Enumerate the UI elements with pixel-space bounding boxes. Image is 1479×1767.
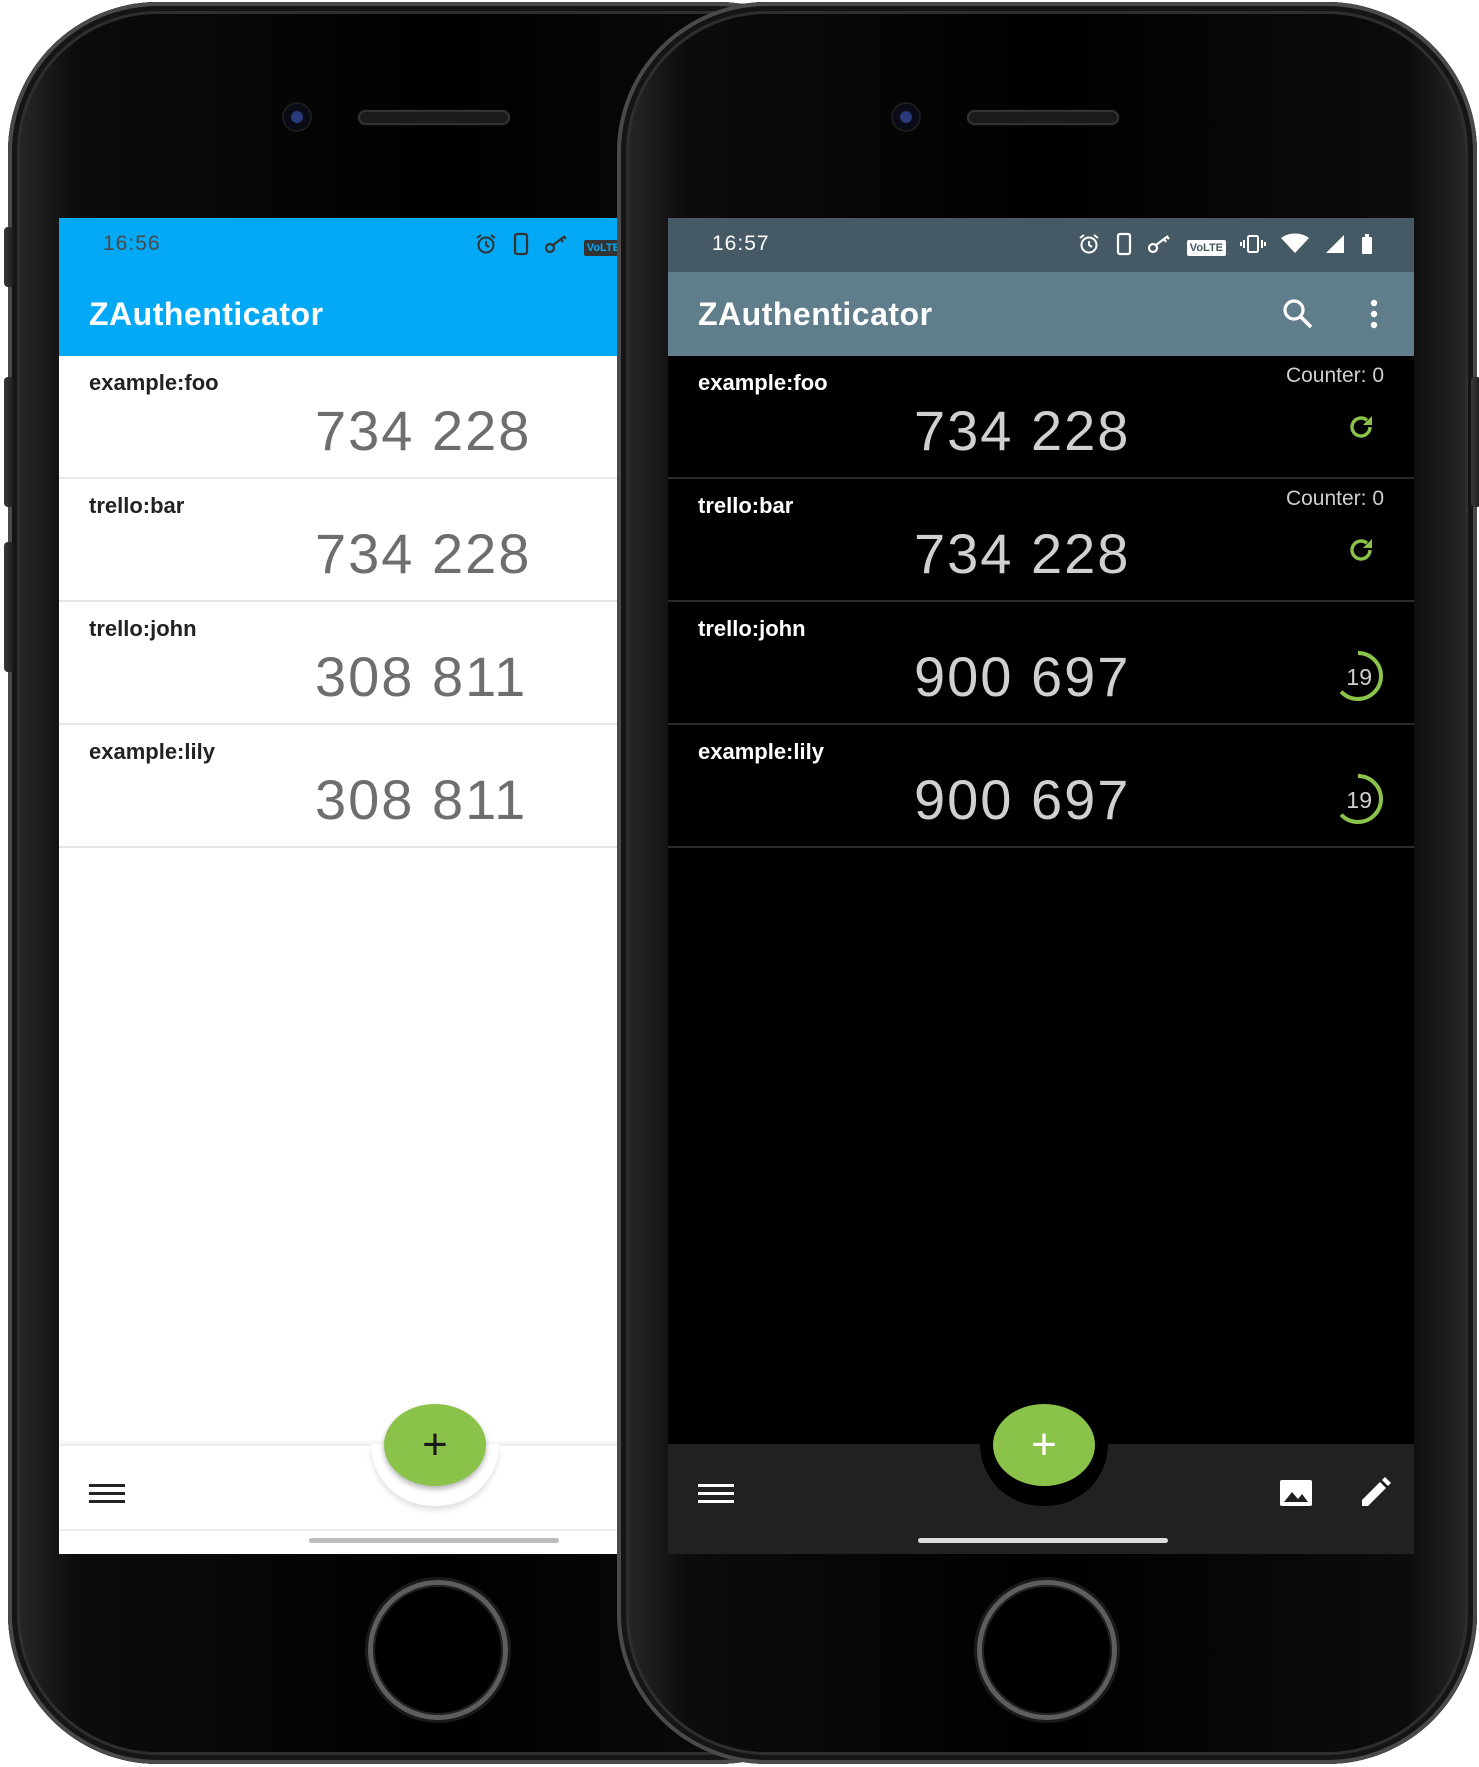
status-bar: 16:56 VoLTE bbox=[59, 218, 619, 272]
phone-icon bbox=[512, 232, 530, 263]
app-title: ZAuthenticator bbox=[698, 296, 933, 332]
countdown-seconds: 19 bbox=[1346, 664, 1372, 690]
account-name: example:foo bbox=[89, 370, 219, 395]
account-row[interactable]: example:foo 734 228 bbox=[59, 356, 619, 479]
account-row[interactable]: example:foo Counter: 0 734 228 bbox=[668, 356, 1414, 479]
menu-icon[interactable] bbox=[698, 1484, 734, 1504]
account-row[interactable]: trello:bar 734 228 bbox=[59, 479, 619, 602]
more-vert-icon[interactable] bbox=[1354, 294, 1394, 334]
front-camera bbox=[893, 104, 919, 130]
account-name: example:foo bbox=[698, 370, 828, 395]
edit-icon[interactable] bbox=[1358, 1476, 1392, 1510]
menu-icon[interactable] bbox=[89, 1484, 125, 1504]
power-button bbox=[1471, 377, 1479, 507]
otp-code[interactable]: 308 811 bbox=[315, 767, 527, 832]
otp-code[interactable]: 734 228 bbox=[914, 398, 1130, 463]
volte-icon: VoLTE bbox=[1186, 239, 1226, 256]
earpiece-speaker bbox=[358, 110, 510, 125]
phone-dark: 16:57 VoLTE ZAuthenticator example:foo C… bbox=[617, 2, 1479, 1764]
add-account-button[interactable]: + bbox=[993, 1404, 1095, 1486]
app-title: ZAuthenticator bbox=[89, 296, 324, 332]
gesture-nav-handle[interactable] bbox=[309, 1538, 559, 1543]
account-name: trello:john bbox=[698, 616, 806, 641]
account-row[interactable]: trello:john 900 697 19 bbox=[668, 602, 1414, 725]
account-row[interactable]: example:lily 308 811 bbox=[59, 725, 619, 848]
earpiece-speaker bbox=[967, 110, 1119, 125]
status-icons: VoLTE bbox=[474, 232, 619, 263]
hotp-counter: Counter: 0 bbox=[1285, 364, 1384, 387]
otp-code[interactable]: 900 697 bbox=[914, 644, 1130, 709]
alarm-icon bbox=[1077, 232, 1101, 263]
key-icon bbox=[1147, 232, 1173, 263]
status-icons: VoLTE bbox=[1077, 232, 1374, 263]
refresh-icon[interactable] bbox=[1346, 412, 1376, 442]
signal-icon bbox=[1324, 232, 1346, 263]
otp-code[interactable]: 900 697 bbox=[914, 767, 1130, 832]
otp-code[interactable]: 734 228 bbox=[914, 521, 1130, 586]
otp-code[interactable]: 734 228 bbox=[315, 521, 531, 586]
phone-icon bbox=[1115, 232, 1133, 263]
alarm-icon bbox=[474, 232, 498, 263]
wifi-icon bbox=[1280, 232, 1310, 263]
home-button[interactable] bbox=[982, 1585, 1112, 1715]
vibrate-icon bbox=[1240, 232, 1266, 263]
volume-up-button bbox=[4, 377, 14, 507]
account-list: example:foo Counter: 0 734 228 trello:ba… bbox=[668, 356, 1414, 848]
status-time: 16:57 bbox=[712, 232, 770, 255]
account-name: trello:john bbox=[89, 616, 197, 641]
app-toolbar: ZAuthenticator bbox=[668, 272, 1414, 356]
mute-switch bbox=[4, 227, 14, 287]
bottom-app-bar bbox=[59, 1444, 619, 1531]
screen-dark: 16:57 VoLTE ZAuthenticator example:foo C… bbox=[668, 218, 1414, 1554]
home-button[interactable] bbox=[373, 1585, 503, 1715]
key-icon bbox=[544, 232, 570, 263]
account-name: trello:bar bbox=[698, 493, 794, 518]
screen-light: 16:56 VoLTE ZAuthenticator example:foo 7… bbox=[59, 218, 619, 1554]
account-row[interactable]: trello:bar Counter: 0 734 228 bbox=[668, 479, 1414, 602]
gesture-nav-handle[interactable] bbox=[918, 1538, 1168, 1543]
account-list: example:foo 734 228 trello:bar 734 228 t… bbox=[59, 356, 619, 848]
battery-icon bbox=[1360, 232, 1374, 263]
otp-code[interactable]: 734 228 bbox=[315, 398, 531, 463]
volume-down-button bbox=[4, 542, 14, 672]
volte-icon: VoLTE bbox=[583, 239, 619, 256]
hotp-counter: Counter: 0 bbox=[1285, 487, 1384, 510]
search-icon[interactable] bbox=[1278, 294, 1318, 334]
app-toolbar: ZAuthenticator bbox=[59, 272, 619, 356]
account-row[interactable]: trello:john 308 811 bbox=[59, 602, 619, 725]
account-name: trello:bar bbox=[89, 493, 185, 518]
otp-code[interactable]: 308 811 bbox=[315, 644, 527, 709]
image-icon[interactable] bbox=[1278, 1478, 1314, 1508]
refresh-icon[interactable] bbox=[1346, 535, 1376, 565]
account-row[interactable]: example:lily 900 697 19 bbox=[668, 725, 1414, 848]
account-name: example:lily bbox=[89, 739, 215, 764]
add-account-button[interactable]: + bbox=[384, 1404, 486, 1486]
status-time: 16:56 bbox=[103, 232, 161, 255]
countdown-seconds: 19 bbox=[1346, 787, 1372, 813]
account-name: example:lily bbox=[698, 739, 824, 764]
front-camera bbox=[284, 104, 310, 130]
status-bar: 16:57 VoLTE bbox=[668, 218, 1414, 272]
